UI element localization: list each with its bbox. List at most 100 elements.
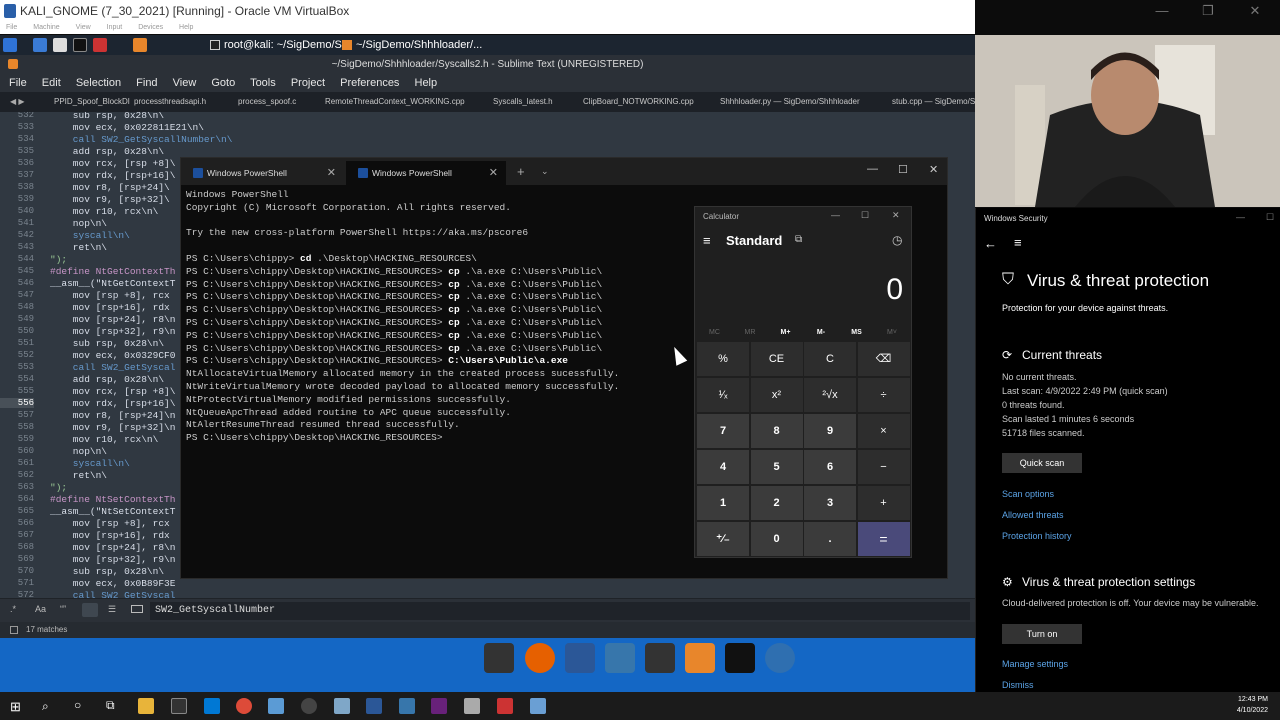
terminal-taskbar-icon[interactable] <box>171 698 187 714</box>
menu-machine[interactable]: Machine <box>33 24 59 31</box>
sublime-menu-preferences[interactable]: Preferences <box>340 77 399 89</box>
divide-button[interactable]: ÷ <box>857 378 910 412</box>
digit-5-button[interactable]: 5 <box>750 450 803 484</box>
turn-on-button[interactable]: Turn on <box>1002 624 1082 644</box>
sublime-menu-edit[interactable]: Edit <box>42 77 61 89</box>
quick-scan-button[interactable]: Quick scan <box>1002 453 1082 473</box>
whole-word-toggle-icon[interactable]: “” <box>60 604 66 614</box>
in-selection-toggle-icon[interactable]: ☰ <box>108 604 116 615</box>
allowed-threats-link[interactable]: Allowed threats <box>1002 510 1064 520</box>
tab-nav-arrows-icon[interactable]: ◀ ▶ <box>10 92 25 112</box>
screen-recorder-icon[interactable] <box>484 643 514 673</box>
find-input[interactable]: SW2_GetSyscallNumber <box>150 602 970 620</box>
workspace-icon[interactable] <box>33 38 47 52</box>
ps-close-icon[interactable]: ✕ <box>929 163 938 176</box>
decimal-button[interactable]: . <box>804 522 856 556</box>
maximize-button[interactable]: ❐ <box>1188 0 1228 22</box>
sublime-icon[interactable] <box>133 38 147 52</box>
percent-button[interactable]: % <box>697 342 749 376</box>
sublime-tab[interactable]: PPID_Spoof_BlockDl <box>54 92 130 112</box>
digit-4-button[interactable]: 4 <box>697 450 749 484</box>
kali-menu-icon[interactable] <box>3 38 17 52</box>
digit-6-button[interactable]: 6 <box>804 450 856 484</box>
visual-studio-icon[interactable] <box>431 698 447 714</box>
python-icon[interactable] <box>605 643 635 673</box>
wrap-toggle-icon[interactable] <box>82 603 98 617</box>
subtract-button[interactable]: − <box>857 450 910 484</box>
sublime-menu-view[interactable]: View <box>173 77 197 89</box>
close-button[interactable]: ✕ <box>1235 0 1275 22</box>
memory-button[interactable]: MR <box>733 329 768 336</box>
highlight-toggle-icon[interactable] <box>131 605 143 613</box>
hamburger-menu-icon[interactable]: ≡ <box>703 233 711 248</box>
memory-button[interactable]: M˅ <box>875 329 910 336</box>
ps-maximize-icon[interactable]: ☐ <box>898 163 908 176</box>
browser-icon[interactable] <box>93 38 107 52</box>
sublime-tab[interactable]: Syscalls_latest.h <box>493 92 553 112</box>
sublime-menu-file[interactable]: File <box>9 77 27 89</box>
vscode-taskbar-icon[interactable] <box>366 698 382 714</box>
calc-minimize-icon[interactable]: — <box>831 210 840 220</box>
digit-1-button[interactable]: 1 <box>697 486 749 520</box>
clear-entry-button[interactable]: CE <box>750 342 803 376</box>
files-icon[interactable] <box>53 38 67 52</box>
sublime-tab[interactable]: ClipBoard_NOTWORKING.cpp <box>583 92 694 112</box>
calc-close-icon[interactable]: ✕ <box>892 210 900 221</box>
video-icon[interactable] <box>645 643 675 673</box>
ps-minimize-icon[interactable]: — <box>867 163 878 175</box>
app-icon[interactable] <box>268 698 284 714</box>
memory-button[interactable]: M+ <box>768 329 803 336</box>
backspace-button[interactable]: ⌫ <box>857 342 910 376</box>
case-toggle-icon[interactable]: Aa <box>35 604 46 614</box>
menu-file[interactable]: File <box>6 24 17 31</box>
chrome-icon[interactable] <box>236 698 252 714</box>
square-button[interactable]: x² <box>750 378 803 412</box>
history-icon[interactable]: ◷ <box>892 233 902 247</box>
digit-7-button[interactable]: 7 <box>697 414 749 448</box>
negate-button[interactable]: ⁺∕₋ <box>697 522 749 556</box>
task-view-icon[interactable]: ⧉ <box>106 698 115 713</box>
scan-options-link[interactable]: Scan options <box>1002 489 1054 499</box>
terminal-icon[interactable] <box>73 38 87 52</box>
ws-minimize-icon[interactable]: — <box>1236 212 1245 222</box>
powershell-tab-1[interactable]: Windows PowerShell ✕ <box>181 161 344 185</box>
close-tab-icon[interactable]: ✕ <box>327 161 336 185</box>
kali-dragon-icon[interactable] <box>765 643 795 673</box>
sublime-menu-selection[interactable]: Selection <box>76 77 121 89</box>
hamburger-menu-icon[interactable]: ≡ <box>1014 235 1022 250</box>
panel-toggle-icon[interactable] <box>10 626 18 634</box>
menu-input[interactable]: Input <box>107 24 123 31</box>
windows-start-icon[interactable]: ⊞ <box>10 699 21 715</box>
sublime-menu-find[interactable]: Find <box>136 77 157 89</box>
protection-history-link[interactable]: Protection history <box>1002 531 1072 541</box>
app-icon[interactable] <box>334 698 350 714</box>
memory-button[interactable]: MC <box>697 329 732 336</box>
menu-view[interactable]: View <box>76 24 91 31</box>
clock-date[interactable]: 4/10/2022 <box>1228 707 1268 714</box>
back-arrow-icon[interactable]: ← <box>984 236 997 251</box>
multiply-button[interactable]: × <box>857 414 910 448</box>
file-explorer-icon[interactable] <box>138 698 154 714</box>
equals-button[interactable]: = <box>857 522 910 556</box>
task-sublime[interactable]: ~/SigDemo/Shhhloader/... <box>340 37 482 53</box>
menu-help[interactable]: Help <box>179 24 193 31</box>
vscode-icon[interactable] <box>565 643 595 673</box>
chevron-down-icon[interactable]: ⌄ <box>541 166 549 177</box>
search-icon[interactable]: ⌕ <box>42 699 49 714</box>
sublime-menu-project[interactable]: Project <box>291 77 325 89</box>
reciprocal-button[interactable]: ¹⁄ₓ <box>697 378 749 412</box>
minimize-button[interactable]: — <box>1142 0 1182 22</box>
calculator-taskbar-icon[interactable] <box>530 698 546 714</box>
clock-time[interactable]: 12:43 PM <box>1228 696 1268 703</box>
obs-icon[interactable] <box>301 698 317 714</box>
menu-devices[interactable]: Devices <box>138 24 163 31</box>
store-icon[interactable] <box>204 698 220 714</box>
app-icon[interactable] <box>497 698 513 714</box>
sublime-menu-tools[interactable]: Tools <box>250 77 276 89</box>
memory-button[interactable]: MS <box>839 329 874 336</box>
manage-settings-link[interactable]: Manage settings <box>1002 659 1068 669</box>
task-terminal[interactable]: root@kali: ~/SigDemo/S... <box>208 37 351 53</box>
digit-3-button[interactable]: 3 <box>804 486 856 520</box>
virtualbox-taskbar-icon[interactable] <box>464 698 480 714</box>
sublime-dock-icon[interactable] <box>685 643 715 673</box>
